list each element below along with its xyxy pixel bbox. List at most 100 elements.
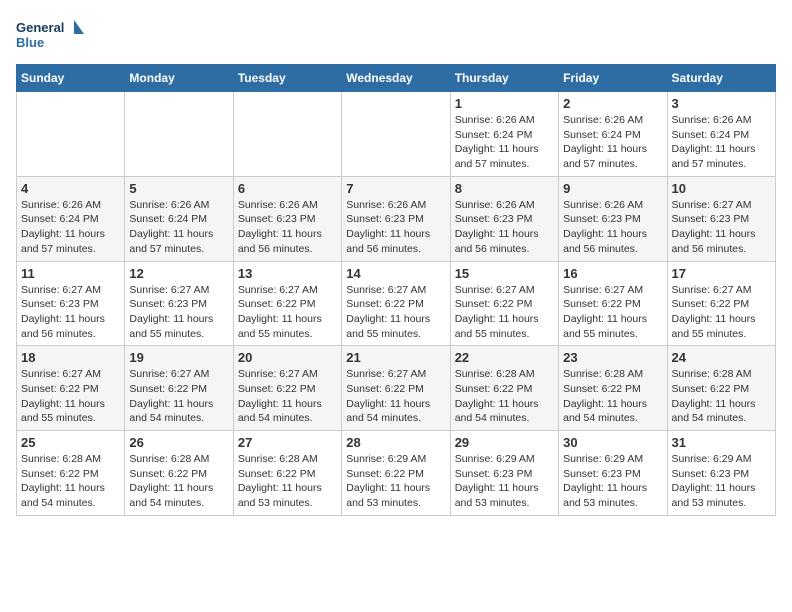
day-info: Sunrise: 6:29 AM Sunset: 6:23 PM Dayligh… <box>455 452 554 511</box>
day-info: Sunrise: 6:27 AM Sunset: 6:22 PM Dayligh… <box>238 283 337 342</box>
col-header-saturday: Saturday <box>667 65 775 92</box>
calendar-week-row: 4 Sunrise: 6:26 AM Sunset: 6:24 PM Daylig… <box>17 176 776 261</box>
calendar-cell: 29 Sunrise: 6:29 AM Sunset: 6:23 PM Dayli… <box>450 431 558 516</box>
calendar-cell: 8 Sunrise: 6:26 AM Sunset: 6:23 PM Daylig… <box>450 176 558 261</box>
day-number: 17 <box>672 266 771 281</box>
day-info: Sunrise: 6:27 AM Sunset: 6:22 PM Dayligh… <box>346 283 445 342</box>
day-info: Sunrise: 6:28 AM Sunset: 6:22 PM Dayligh… <box>238 452 337 511</box>
day-info: Sunrise: 6:26 AM Sunset: 6:24 PM Dayligh… <box>21 198 120 257</box>
day-number: 12 <box>129 266 228 281</box>
col-header-friday: Friday <box>559 65 667 92</box>
day-info: Sunrise: 6:26 AM Sunset: 6:23 PM Dayligh… <box>346 198 445 257</box>
day-number: 15 <box>455 266 554 281</box>
calendar-cell: 25 Sunrise: 6:28 AM Sunset: 6:22 PM Dayli… <box>17 431 125 516</box>
calendar-week-row: 11 Sunrise: 6:27 AM Sunset: 6:23 PM Dayli… <box>17 261 776 346</box>
calendar-cell: 24 Sunrise: 6:28 AM Sunset: 6:22 PM Dayli… <box>667 346 775 431</box>
calendar-cell: 27Sunrise: 6:28 AM Sunset: 6:22 PM Dayli… <box>233 431 341 516</box>
day-info: Sunrise: 6:27 AM Sunset: 6:22 PM Dayligh… <box>21 367 120 426</box>
calendar-cell <box>17 92 125 177</box>
day-number: 18 <box>21 350 120 365</box>
calendar-cell: 6 Sunrise: 6:26 AM Sunset: 6:23 PM Daylig… <box>233 176 341 261</box>
day-number: 11 <box>21 266 120 281</box>
day-info: Sunrise: 6:28 AM Sunset: 6:22 PM Dayligh… <box>21 452 120 511</box>
col-header-sunday: Sunday <box>17 65 125 92</box>
day-info: Sunrise: 6:29 AM Sunset: 6:22 PM Dayligh… <box>346 452 445 511</box>
calendar-cell: 18 Sunrise: 6:27 AM Sunset: 6:22 PM Dayli… <box>17 346 125 431</box>
logo: General Blue <box>16 16 86 56</box>
calendar-cell: 22 Sunrise: 6:28 AM Sunset: 6:22 PM Dayli… <box>450 346 558 431</box>
day-number: 26 <box>129 435 228 450</box>
calendar-cell: 5Sunrise: 6:26 AM Sunset: 6:24 PM Daylig… <box>125 176 233 261</box>
day-number: 4 <box>21 181 120 196</box>
day-number: 5 <box>129 181 228 196</box>
calendar-week-row: 25 Sunrise: 6:28 AM Sunset: 6:22 PM Dayli… <box>17 431 776 516</box>
day-number: 20 <box>238 350 337 365</box>
day-number: 31 <box>672 435 771 450</box>
calendar-cell: 31Sunrise: 6:29 AM Sunset: 6:23 PM Dayli… <box>667 431 775 516</box>
calendar-cell: 7 Sunrise: 6:26 AM Sunset: 6:23 PM Daylig… <box>342 176 450 261</box>
day-number: 23 <box>563 350 662 365</box>
calendar-cell: 9 Sunrise: 6:26 AM Sunset: 6:23 PM Daylig… <box>559 176 667 261</box>
calendar-cell: 13 Sunrise: 6:27 AM Sunset: 6:22 PM Dayli… <box>233 261 341 346</box>
day-number: 10 <box>672 181 771 196</box>
day-number: 22 <box>455 350 554 365</box>
col-header-wednesday: Wednesday <box>342 65 450 92</box>
calendar-cell: 16Sunrise: 6:27 AM Sunset: 6:22 PM Dayli… <box>559 261 667 346</box>
calendar-week-row: 18 Sunrise: 6:27 AM Sunset: 6:22 PM Dayli… <box>17 346 776 431</box>
calendar-cell <box>233 92 341 177</box>
day-number: 6 <box>238 181 337 196</box>
calendar-cell: 14 Sunrise: 6:27 AM Sunset: 6:22 PM Dayli… <box>342 261 450 346</box>
day-info: Sunrise: 6:28 AM Sunset: 6:22 PM Dayligh… <box>563 367 662 426</box>
day-number: 9 <box>563 181 662 196</box>
day-number: 28 <box>346 435 445 450</box>
day-number: 13 <box>238 266 337 281</box>
calendar-cell: 10 Sunrise: 6:27 AM Sunset: 6:23 PM Dayli… <box>667 176 775 261</box>
calendar-cell: 17Sunrise: 6:27 AM Sunset: 6:22 PM Dayli… <box>667 261 775 346</box>
calendar-cell: 4 Sunrise: 6:26 AM Sunset: 6:24 PM Daylig… <box>17 176 125 261</box>
day-info: Sunrise: 6:29 AM Sunset: 6:23 PM Dayligh… <box>563 452 662 511</box>
calendar-cell: 2 Sunrise: 6:26 AM Sunset: 6:24 PM Daylig… <box>559 92 667 177</box>
day-number: 29 <box>455 435 554 450</box>
day-number: 21 <box>346 350 445 365</box>
svg-text:Blue: Blue <box>16 35 44 50</box>
day-number: 1 <box>455 96 554 111</box>
day-number: 19 <box>129 350 228 365</box>
day-info: Sunrise: 6:28 AM Sunset: 6:22 PM Dayligh… <box>129 452 228 511</box>
calendar-cell: 20 Sunrise: 6:27 AM Sunset: 6:22 PM Dayli… <box>233 346 341 431</box>
day-info: Sunrise: 6:27 AM Sunset: 6:22 PM Dayligh… <box>129 367 228 426</box>
calendar-cell: 1Sunrise: 6:26 AM Sunset: 6:24 PM Daylig… <box>450 92 558 177</box>
day-info: Sunrise: 6:26 AM Sunset: 6:23 PM Dayligh… <box>563 198 662 257</box>
calendar-cell: 15Sunrise: 6:27 AM Sunset: 6:22 PM Dayli… <box>450 261 558 346</box>
day-info: Sunrise: 6:28 AM Sunset: 6:22 PM Dayligh… <box>672 367 771 426</box>
calendar-cell: 26 Sunrise: 6:28 AM Sunset: 6:22 PM Dayli… <box>125 431 233 516</box>
day-info: Sunrise: 6:28 AM Sunset: 6:22 PM Dayligh… <box>455 367 554 426</box>
day-number: 2 <box>563 96 662 111</box>
col-header-tuesday: Tuesday <box>233 65 341 92</box>
col-header-monday: Monday <box>125 65 233 92</box>
calendar-week-row: 1 Sunrise: 6:26 AM Sunset: 6:24 PM Daylig… <box>17 92 776 177</box>
calendar-cell: 23 Sunrise: 6:28 AM Sunset: 6:22 PM Dayli… <box>559 346 667 431</box>
day-number: 14 <box>346 266 445 281</box>
day-info: Sunrise: 6:27 AM Sunset: 6:23 PM Dayligh… <box>21 283 120 342</box>
day-number: 24 <box>672 350 771 365</box>
calendar-cell <box>342 92 450 177</box>
calendar-cell: 11 Sunrise: 6:27 AM Sunset: 6:23 PM Dayli… <box>17 261 125 346</box>
calendar-cell: 12Sunrise: 6:27 AM Sunset: 6:23 PM Dayli… <box>125 261 233 346</box>
day-info: Sunrise: 6:26 AM Sunset: 6:24 PM Dayligh… <box>563 113 662 172</box>
day-info: Sunrise: 6:26 AM Sunset: 6:24 PM Dayligh… <box>672 113 771 172</box>
day-number: 16 <box>563 266 662 281</box>
calendar-cell: 28 Sunrise: 6:29 AM Sunset: 6:22 PM Dayli… <box>342 431 450 516</box>
day-info: Sunrise: 6:26 AM Sunset: 6:23 PM Dayligh… <box>238 198 337 257</box>
calendar-cell <box>125 92 233 177</box>
calendar-cell: 21Sunrise: 6:27 AM Sunset: 6:22 PM Dayli… <box>342 346 450 431</box>
day-number: 7 <box>346 181 445 196</box>
calendar-cell: 19 Sunrise: 6:27 AM Sunset: 6:22 PM Dayli… <box>125 346 233 431</box>
day-info: Sunrise: 6:26 AM Sunset: 6:23 PM Dayligh… <box>455 198 554 257</box>
day-info: Sunrise: 6:27 AM Sunset: 6:22 PM Dayligh… <box>238 367 337 426</box>
day-number: 8 <box>455 181 554 196</box>
logo-svg: General Blue <box>16 16 86 56</box>
day-number: 25 <box>21 435 120 450</box>
calendar-cell: 30Sunrise: 6:29 AM Sunset: 6:23 PM Dayli… <box>559 431 667 516</box>
calendar-table: SundayMondayTuesdayWednesdayThursdayFrid… <box>16 64 776 516</box>
day-info: Sunrise: 6:27 AM Sunset: 6:23 PM Dayligh… <box>672 198 771 257</box>
